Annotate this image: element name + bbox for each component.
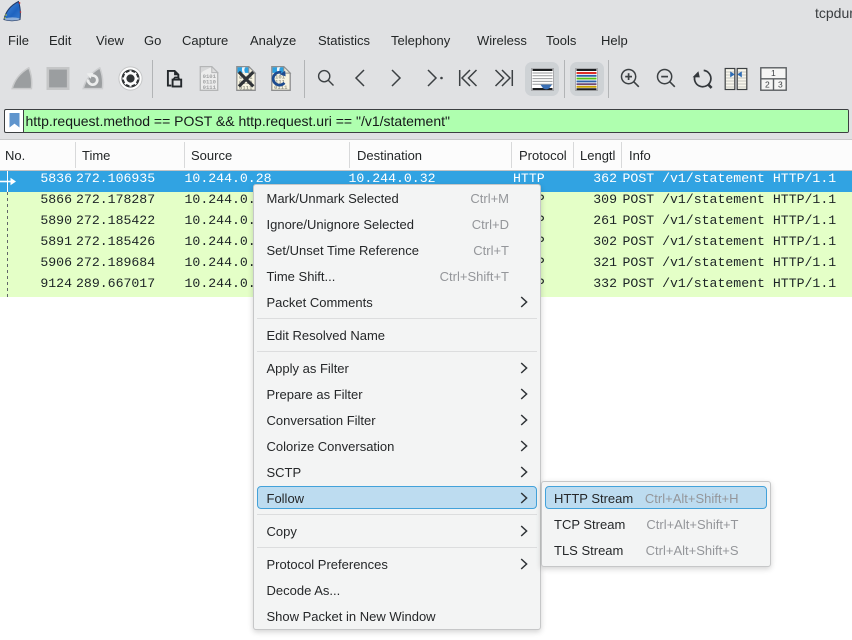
svg-text:0111: 0111 [203,84,217,91]
svg-text:3: 3 [778,80,783,90]
svg-text:1: 1 [771,68,776,78]
svg-text:2: 2 [765,80,770,90]
